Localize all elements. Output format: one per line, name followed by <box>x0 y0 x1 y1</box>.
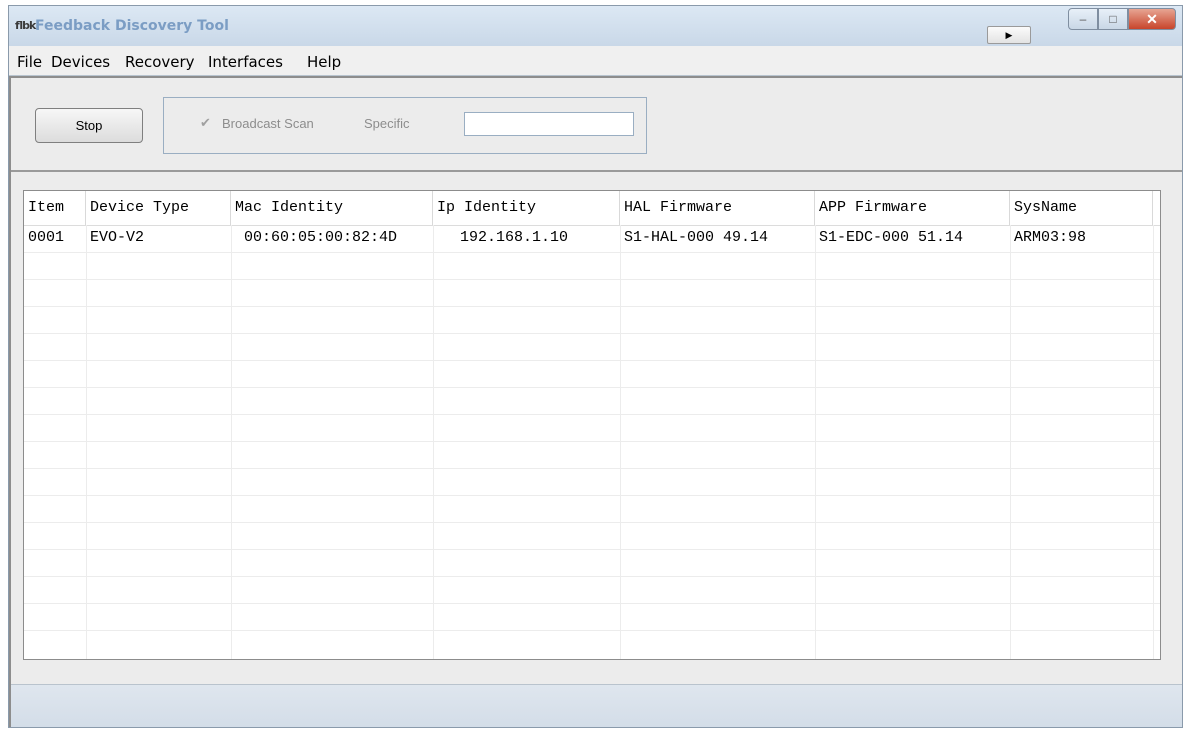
col-sysname[interactable]: SysName <box>1010 191 1153 225</box>
title-bar[interactable]: ﬂbk Feedback Discovery Tool ▶ – □ ✕ <box>9 6 1182 46</box>
cell-mac-identity: 00:60:05:00:82:4D <box>244 229 398 246</box>
main-panel: Stop ✔ Broadcast Scan Specific Item Devi… <box>9 76 1182 727</box>
stop-button[interactable]: Stop <box>35 108 143 143</box>
grid-line <box>24 576 1160 577</box>
grid-line <box>24 522 1160 523</box>
grid-line <box>815 225 816 659</box>
col-hal-firmware[interactable]: HAL Firmware <box>620 191 815 225</box>
grid-line <box>24 306 1160 307</box>
grid-line <box>24 333 1160 334</box>
close-button[interactable]: ✕ <box>1128 8 1176 30</box>
grid-line <box>24 495 1160 496</box>
menu-interfaces[interactable]: Interfaces <box>208 53 283 71</box>
cell-hal-firmware: S1-HAL-000 49.14 <box>624 229 769 246</box>
cell-sysname: ARM03:98 <box>1014 229 1087 246</box>
grid-line <box>231 225 232 659</box>
menu-help[interactable]: Help <box>307 53 341 71</box>
grid-line <box>24 468 1160 469</box>
grid-line <box>24 252 1160 253</box>
maximize-icon: □ <box>1109 12 1117 26</box>
maximize-button[interactable]: □ <box>1098 8 1128 30</box>
grid-line <box>1153 225 1154 659</box>
play-button[interactable]: ▶ <box>987 26 1031 44</box>
app-window: ﬂbk Feedback Discovery Tool ▶ – □ ✕ File… <box>8 5 1183 728</box>
grid-line <box>24 549 1160 550</box>
col-mac-identity[interactable]: Mac Identity <box>231 191 433 225</box>
grid-line <box>620 225 621 659</box>
cell-app-firmware: S1-EDC-000 51.14 <box>819 229 964 246</box>
table-header: Item Device Type Mac Identity Ip Identit… <box>24 191 1160 226</box>
grid-line <box>24 387 1160 388</box>
cell-ip-identity: 192.168.1.10 <box>460 229 569 246</box>
status-bar <box>11 684 1182 727</box>
grid-line <box>433 225 434 659</box>
cell-device-type: EVO-V2 <box>90 229 145 246</box>
play-icon: ▶ <box>1005 29 1013 40</box>
col-app-firmware[interactable]: APP Firmware <box>815 191 1010 225</box>
minimize-button[interactable]: – <box>1068 8 1098 30</box>
close-icon: ✕ <box>1146 10 1158 27</box>
grid-line <box>24 603 1160 604</box>
grid-line <box>24 441 1160 442</box>
specific-input[interactable] <box>464 112 634 136</box>
menu-file[interactable]: File <box>17 53 42 71</box>
grid-line <box>24 630 1160 631</box>
col-item[interactable]: Item <box>24 191 86 225</box>
specific-label: Specific <box>364 116 410 131</box>
menu-devices[interactable]: Devices <box>51 53 110 71</box>
grid-line <box>86 225 87 659</box>
broadcast-scan-checkbox[interactable]: ✔ <box>200 115 216 131</box>
minimize-icon: – <box>1079 12 1087 26</box>
grid-line <box>1010 225 1011 659</box>
col-device-type[interactable]: Device Type <box>86 191 231 225</box>
scan-options-group: ✔ Broadcast Scan Specific <box>163 97 647 154</box>
window-title: Feedback Discovery Tool <box>35 18 229 34</box>
toolbar-divider <box>11 170 1182 172</box>
broadcast-scan-label: Broadcast Scan <box>222 116 314 131</box>
device-table[interactable]: Item Device Type Mac Identity Ip Identit… <box>23 190 1161 660</box>
menu-bar: File Devices Recovery Interfaces Help <box>9 46 1182 76</box>
col-ip-identity[interactable]: Ip Identity <box>433 191 620 225</box>
menu-recovery[interactable]: Recovery <box>125 53 195 71</box>
grid-line <box>24 414 1160 415</box>
grid-line <box>24 279 1160 280</box>
app-icon: ﬂbk <box>15 19 36 32</box>
grid-line <box>24 360 1160 361</box>
table-body: 0001 EVO-V2 00:60:05:00:82:4D 192.168.1.… <box>24 225 1160 659</box>
cell-item: 0001 <box>28 229 65 246</box>
